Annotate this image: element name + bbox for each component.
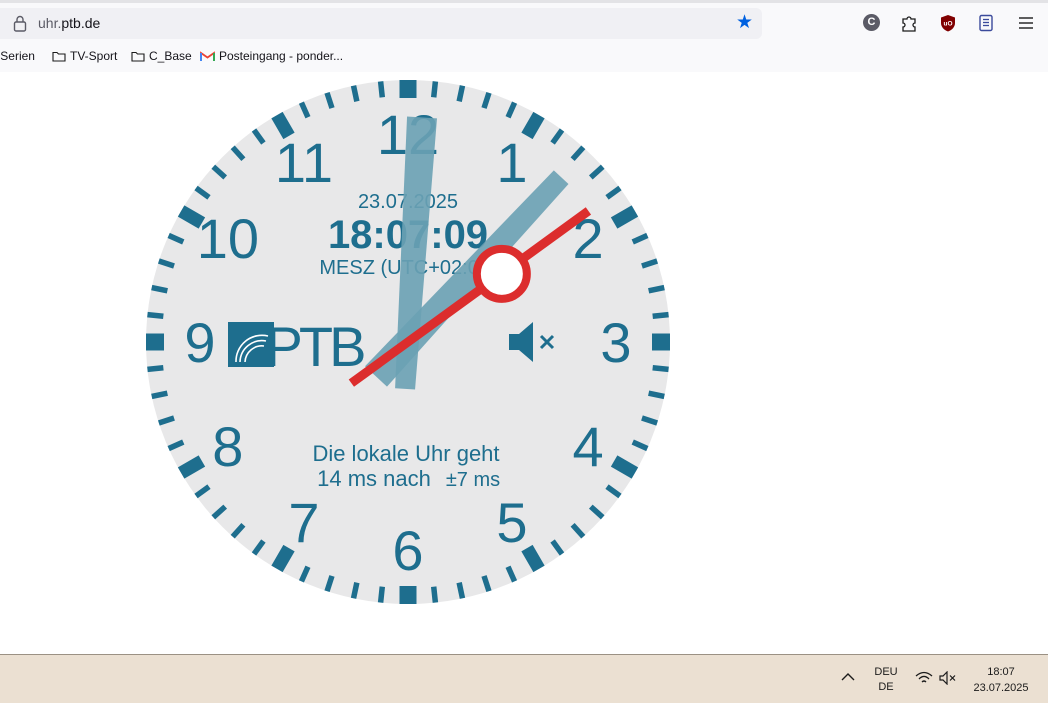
clock-numeral: 8 xyxy=(212,415,243,478)
clock-tick xyxy=(147,364,164,373)
clock-tick xyxy=(652,311,669,320)
analog-clock: 121234567891011 23.07.2025 18:07:09 MESZ… xyxy=(146,80,670,604)
bookmark-star-icon[interactable]: ★ xyxy=(736,13,753,33)
clock-numeral: 6 xyxy=(392,519,423,582)
page-content: 121234567891011 23.07.2025 18:07:09 MESZ… xyxy=(0,72,1048,654)
reader-view-icon[interactable] xyxy=(977,13,997,33)
bookmark-tv-sport[interactable]: TV-Sport xyxy=(52,49,117,63)
taskbar-time: 18:07 xyxy=(987,666,1015,678)
clock-tick xyxy=(350,582,360,599)
clock-tick xyxy=(430,586,439,603)
url-prefix: uhr. xyxy=(38,15,62,31)
bookmark-posteingang[interactable]: Posteingang - ponder... xyxy=(200,49,343,63)
clock-tick xyxy=(648,390,665,400)
ptb-logo-text: PTB xyxy=(266,315,365,378)
clock-numeral: 3 xyxy=(600,311,631,374)
browser-toolbar: uhr.ptb.de ★ C uO '-Serien TV-Sport C_Ba… xyxy=(0,0,1048,73)
clock-tick xyxy=(648,284,665,294)
bookmark-serien[interactable]: '-Serien xyxy=(0,49,35,63)
clock-numeral: 9 xyxy=(184,311,215,374)
gmail-icon xyxy=(200,51,215,61)
bookmark-label: C_Base xyxy=(149,49,192,63)
clock-tick xyxy=(151,390,168,400)
clock-numeral: 5 xyxy=(496,491,527,554)
clock-tick xyxy=(151,284,168,294)
clock-tick xyxy=(652,364,669,373)
folder-icon xyxy=(52,51,66,62)
extensions-puzzle-icon[interactable] xyxy=(900,13,920,33)
offset-precision: ±7 ms xyxy=(446,469,500,491)
url-text[interactable]: uhr.ptb.de xyxy=(38,15,100,31)
windows-taskbar: DEU DE 18:07 23.07.2025 xyxy=(0,654,1048,703)
lang-line1: DEU xyxy=(874,666,898,678)
clock-tick xyxy=(456,85,466,102)
show-hidden-icons-chevron-icon[interactable] xyxy=(841,672,855,682)
hamburger-menu-icon[interactable] xyxy=(1016,13,1036,33)
second-hand-ring xyxy=(472,244,531,303)
ublock-shield-icon[interactable]: uO xyxy=(938,13,958,33)
clock-tick xyxy=(377,586,386,603)
bookmark-label: Posteingang - ponder... xyxy=(219,49,344,63)
clock-numeral: 11 xyxy=(275,131,333,194)
clock-numeral: 10 xyxy=(197,207,259,270)
clock-tick xyxy=(350,85,360,102)
clock-tick xyxy=(456,582,466,599)
clock-tick xyxy=(377,81,386,98)
taskbar-date: 23.07.2025 xyxy=(973,682,1029,694)
bookmark-label: TV-Sport xyxy=(70,49,118,63)
wifi-icon[interactable] xyxy=(915,671,933,685)
clock-tick xyxy=(430,81,439,98)
clock-numeral: 4 xyxy=(573,415,604,478)
extension-c-icon[interactable]: C xyxy=(863,14,880,31)
bookmark-c-base[interactable]: C_Base xyxy=(131,49,192,63)
offset-line2: 14 ms nach xyxy=(317,466,431,491)
tab-strip-edge xyxy=(0,0,1048,3)
taskbar-clock[interactable]: 18:07 23.07.2025 xyxy=(966,664,1036,696)
clock-tick xyxy=(147,311,164,320)
url-domain: ptb.de xyxy=(61,15,101,31)
volume-muted-icon[interactable] xyxy=(939,671,957,685)
address-bar[interactable]: uhr.ptb.de ★ xyxy=(0,8,762,39)
lang-line2: DE xyxy=(878,681,894,693)
clock-numeral: 1 xyxy=(496,131,527,194)
input-language[interactable]: DEU DE xyxy=(868,665,904,695)
svg-text:uO: uO xyxy=(943,21,952,28)
lock-icon[interactable] xyxy=(12,15,28,32)
offset-line1: Die lokale Uhr geht xyxy=(312,441,499,466)
folder-icon xyxy=(131,51,145,62)
clock-numeral: 7 xyxy=(288,491,319,554)
